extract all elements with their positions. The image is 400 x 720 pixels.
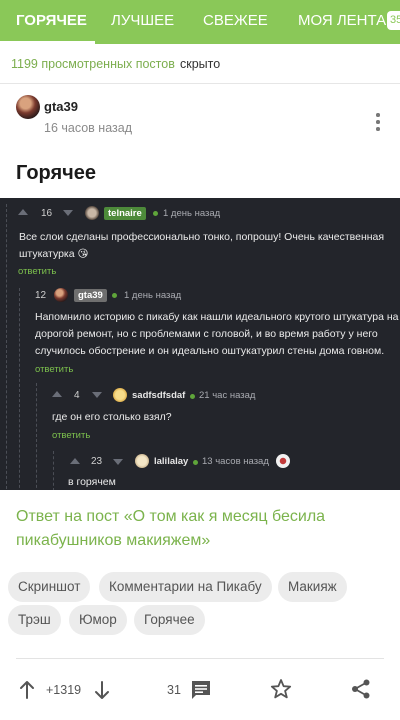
tag-chip[interactable]: Горячее [134,605,205,635]
tag-chip[interactable]: Юмор [69,605,127,635]
tab-best[interactable]: ЛУЧШЕЕ [111,0,174,44]
comment-score: 4 [74,390,80,401]
upvote-icon [70,458,80,464]
answer-to-post-link[interactable]: Ответ на пост «О том как я месяц бесила … [16,505,386,553]
comment-text-line: где он его столько взял? [52,411,172,423]
comment-text-line: в горячем [68,476,116,488]
comment-time: 1 день назад [163,208,221,219]
share-icon[interactable] [350,678,372,700]
star-icon[interactable] [270,678,292,700]
tag-chip[interactable]: Трэш [8,605,61,635]
commenter-avatar [113,388,127,402]
comments-count[interactable]: 31 [167,683,181,697]
reply-link: ответить [18,266,57,277]
comment-text-line: дорогой ремонт, но с проблемами с голово… [35,328,378,340]
comment-score: 23 [91,456,103,467]
hidden-label: скрыто [180,57,221,71]
post-rating: +1319 [46,683,82,697]
tab-badge: 35 [387,11,400,30]
viewed-posts-count[interactable]: 1199 просмотренных постов [11,57,175,71]
upvote-icon [52,391,62,397]
comment-text-line: Все слои сделаны профессионально тонко, … [19,231,385,243]
tab-fresh[interactable]: СВЕЖЕЕ [203,0,268,44]
upvote-icon [18,209,28,215]
commenter-name: sadfsdfsdaf [132,390,186,401]
comment-time: 21 час назад [199,390,256,401]
author-avatar[interactable] [16,95,40,119]
downvote-arrow-icon[interactable] [92,680,112,700]
downvote-icon [63,210,73,216]
reply-link: ответить [52,430,91,441]
divider [16,658,384,659]
reply-link: ответить [35,364,74,375]
post-time: 16 часов назад [44,121,132,135]
comment-score: 16 [41,208,53,219]
comment-time: 13 часов назад [202,456,269,467]
commenter-name: telnaire [104,207,146,220]
tag-chip[interactable]: Скриншот [8,572,91,602]
author-name[interactable]: gta39 [44,99,78,114]
commenter-name: gta39 [74,289,107,302]
commenter-avatar [135,454,149,468]
tab-my-feed[interactable]: МОЯ ЛЕНТА [298,0,386,44]
upvote-arrow-icon[interactable] [17,680,37,700]
comment-text-line: случилось обострение и он идеально оштук… [35,345,385,357]
comment-icon[interactable] [190,679,212,701]
comment-score: 12 [35,290,47,301]
tag-chip[interactable]: Макияж [278,572,347,602]
comment-text-line: Напомнило историю с пикабу как нашли иде… [35,311,399,323]
comment-time: 1 день назад [124,290,182,301]
tag-chip[interactable]: Комментарии на Пикабу [99,572,272,602]
commenter-name: lalilalay [154,456,189,467]
heart-icon [276,454,290,468]
post-title[interactable]: Горячее [16,162,96,185]
commenter-avatar [54,288,68,302]
post-image-screenshot: 16 telnaire 1 день назад Все слои сделан… [0,198,400,490]
hidden-posts-bar: 1199 просмотренных постов скрыто [0,44,400,84]
tab-hot[interactable]: ГОРЯЧЕЕ [16,0,87,44]
comment-text-line: штукатурка 😘 [19,248,89,260]
more-options-icon[interactable] [371,113,385,133]
downvote-icon [113,459,123,465]
downvote-icon [92,392,102,398]
commenter-avatar [85,206,99,220]
top-tabs: ГОРЯЧЕЕ ЛУЧШЕЕ СВЕЖЕЕ МОЯ ЛЕНТА 35 [0,0,400,44]
